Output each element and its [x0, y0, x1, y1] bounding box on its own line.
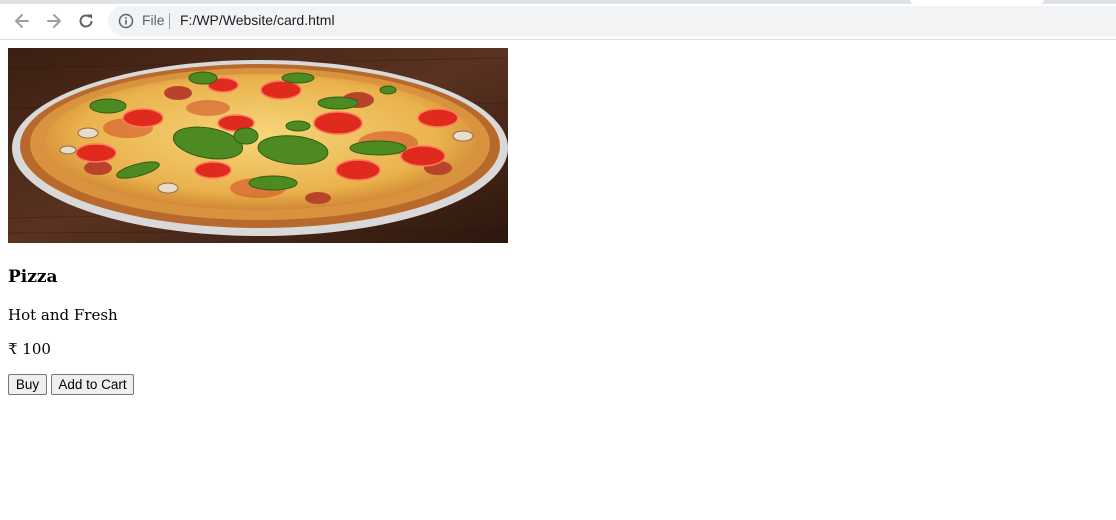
address-divider: [169, 13, 170, 29]
arrow-left-icon: [15, 14, 29, 28]
arrow-right-icon: [47, 14, 61, 28]
browser-toolbar: File F:/WP/Website/card.html: [0, 4, 1116, 40]
url-text[interactable]: F:/WP/Website/card.html: [180, 12, 335, 28]
buy-button[interactable]: Buy: [8, 374, 47, 395]
reload-button[interactable]: [72, 7, 100, 35]
card-price: ₹ 100: [8, 340, 51, 358]
pizza-image: [8, 48, 508, 243]
card-title: Pizza: [8, 267, 58, 287]
scheme-label: File: [142, 12, 165, 28]
address-bar[interactable]: File F:/WP/Website/card.html: [108, 6, 1116, 36]
back-button[interactable]: [8, 7, 36, 35]
reload-icon: [79, 14, 93, 28]
info-icon[interactable]: [118, 13, 134, 29]
add-to-cart-button[interactable]: Add to Cart: [51, 374, 134, 395]
card-description: Hot and Fresh: [8, 306, 118, 324]
forward-button[interactable]: [40, 7, 68, 35]
